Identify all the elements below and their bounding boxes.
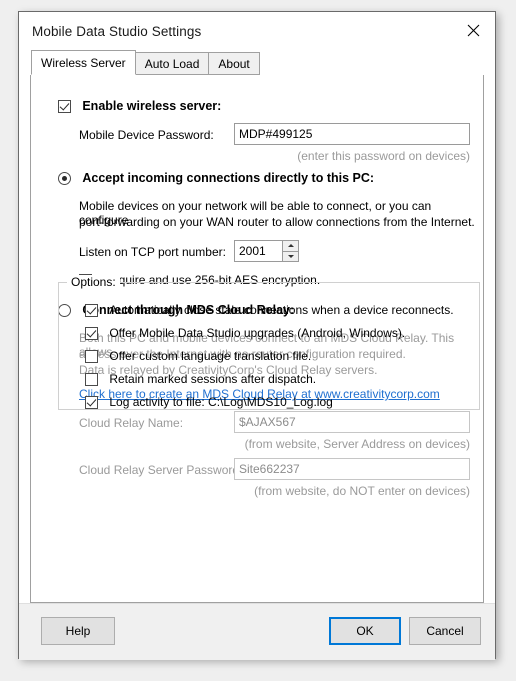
tcp-port-label: Listen on TCP port number: bbox=[79, 245, 226, 259]
tab-about[interactable]: About bbox=[208, 52, 260, 75]
wireless-server-panel: Enable wireless server: Mobile Device Pa… bbox=[30, 74, 484, 603]
option-custom-language[interactable]: Offer custom language translation file. bbox=[85, 349, 311, 364]
option-custom-language-label: Offer custom language translation file. bbox=[109, 349, 312, 363]
option-custom-language-checkbox[interactable] bbox=[85, 350, 98, 363]
tcp-port-spinner-buttons bbox=[282, 240, 299, 262]
option-retain-marked-sessions-label: Retain marked sessions after dispatch. bbox=[109, 372, 317, 386]
option-offer-upgrades[interactable]: Offer Mobile Data Studio upgrades (Andro… bbox=[85, 326, 405, 341]
window-title: Mobile Data Studio Settings bbox=[32, 23, 202, 39]
enable-wireless-server-row[interactable]: Enable wireless server: bbox=[58, 99, 221, 114]
option-log-activity-checkbox[interactable] bbox=[85, 396, 98, 409]
tab-strip: Wireless Server Auto Load About bbox=[19, 50, 495, 75]
title-bar: Mobile Data Studio Settings bbox=[19, 12, 495, 50]
options-group: Options: Automatically close stale conne… bbox=[58, 275, 480, 410]
dialog-button-bar: Help OK Cancel bbox=[19, 603, 495, 660]
enable-wireless-server-label: Enable wireless server: bbox=[82, 99, 222, 113]
tcp-port-increment-button[interactable] bbox=[283, 241, 298, 252]
enable-wireless-server-checkbox[interactable] bbox=[58, 100, 71, 113]
option-log-activity-label: Log activity to file: C:\Log\MDS10_Log.l… bbox=[109, 395, 333, 409]
option-retain-marked-sessions[interactable]: Retain marked sessions after dispatch. bbox=[85, 372, 316, 387]
direct-description-line2: port-forwarding on your WAN router to al… bbox=[79, 215, 475, 229]
tcp-port-decrement-button[interactable] bbox=[283, 251, 298, 261]
help-button[interactable]: Help bbox=[41, 617, 115, 645]
option-offer-upgrades-label: Offer Mobile Data Studio upgrades (Andro… bbox=[109, 326, 406, 340]
ok-button[interactable]: OK bbox=[329, 617, 401, 645]
option-auto-close-stale-label: Automatically close stale connections wh… bbox=[109, 303, 454, 317]
option-auto-close-stale-checkbox[interactable] bbox=[85, 304, 98, 317]
cloud-relay-name-label: Cloud Relay Name: bbox=[79, 416, 184, 430]
option-retain-marked-sessions-checkbox[interactable] bbox=[85, 373, 98, 386]
cloud-relay-name-hint: (from website, Server Address on devices… bbox=[244, 437, 470, 451]
direct-connection-label: Accept incoming connections directly to … bbox=[82, 171, 375, 185]
cloud-relay-name-input[interactable] bbox=[234, 411, 470, 433]
tab-content-wrapper: Enable wireless server: Mobile Device Pa… bbox=[19, 74, 495, 603]
option-offer-upgrades-checkbox[interactable] bbox=[85, 327, 98, 340]
option-log-activity[interactable]: Log activity to file: C:\Log\MDS10_Log.l… bbox=[85, 395, 333, 410]
mobile-device-password-input[interactable] bbox=[234, 123, 470, 145]
direct-connection-row[interactable]: Accept incoming connections directly to … bbox=[58, 171, 374, 186]
cloud-relay-server-password-input[interactable] bbox=[234, 458, 470, 480]
arrow-down-icon bbox=[287, 254, 294, 258]
tab-wireless-server[interactable]: Wireless Server bbox=[31, 50, 136, 75]
options-group-legend: Options: bbox=[67, 275, 120, 289]
cloud-relay-server-password-label: Cloud Relay Server Password: bbox=[79, 463, 243, 477]
tab-auto-load[interactable]: Auto Load bbox=[134, 52, 210, 75]
mobile-device-password-label: Mobile Device Password: bbox=[79, 128, 214, 142]
close-button[interactable] bbox=[451, 12, 495, 49]
cancel-button[interactable]: Cancel bbox=[409, 617, 481, 645]
tcp-port-spinner[interactable] bbox=[234, 240, 299, 262]
tcp-port-input[interactable] bbox=[234, 240, 282, 262]
settings-dialog: Mobile Data Studio Settings Wireless Ser… bbox=[18, 11, 496, 660]
direct-connection-radio[interactable] bbox=[58, 172, 71, 185]
close-icon bbox=[467, 24, 479, 37]
option-auto-close-stale[interactable]: Automatically close stale connections wh… bbox=[85, 303, 454, 318]
arrow-up-icon bbox=[287, 244, 294, 248]
mobile-device-password-hint: (enter this password on devices) bbox=[297, 149, 470, 163]
cloud-relay-server-password-hint: (from website, do NOT enter on devices) bbox=[254, 484, 470, 498]
